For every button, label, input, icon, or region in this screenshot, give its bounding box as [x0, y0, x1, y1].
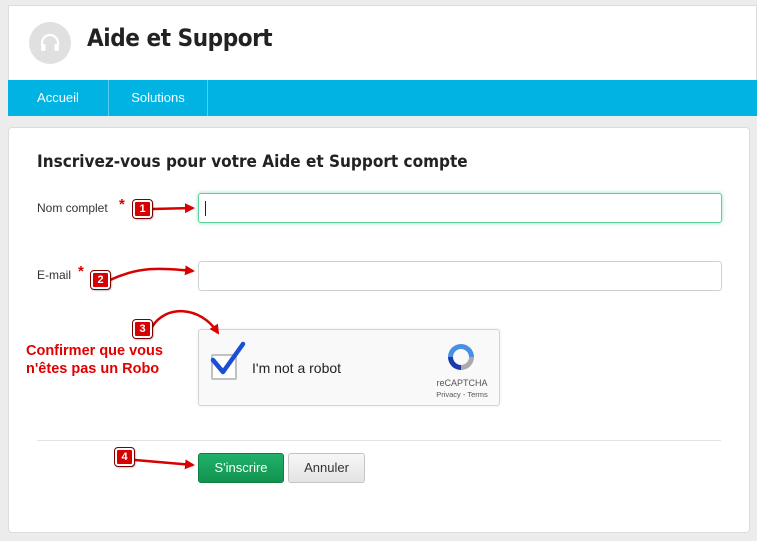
nav-item-solutions[interactable]: Solutions: [109, 80, 208, 116]
recaptcha-label: I'm not a robot: [252, 360, 342, 376]
signup-button[interactable]: S'inscrire: [198, 453, 284, 483]
recaptcha-privacy-terms-links[interactable]: Privacy - Terms: [427, 390, 497, 399]
annotation-badge-2: 2: [90, 270, 111, 290]
headset-icon[interactable]: [29, 22, 71, 64]
site-header: Aide et Support: [8, 5, 757, 81]
checkmark-icon: [210, 341, 246, 375]
main-nav: Accueil Solutions: [8, 80, 757, 116]
nav-item-accueil[interactable]: Accueil: [8, 80, 109, 116]
email-label: E-mail: [37, 268, 72, 282]
fullname-required-mark: *: [119, 196, 125, 213]
annotation-badge-3: 3: [132, 319, 153, 339]
fullname-label: Nom complet: [37, 201, 108, 215]
recaptcha-brand: reCAPTCHA: [436, 378, 488, 388]
cancel-button[interactable]: Annuler: [288, 453, 365, 483]
form-divider: [37, 440, 721, 441]
email-input[interactable]: [198, 261, 722, 291]
recaptcha-widget: I'm not a robot reCAPTCHA Privacy - Term…: [198, 329, 500, 406]
text-caret: [205, 201, 206, 216]
recaptcha-logo-icon: [448, 344, 474, 370]
site-title: Aide et Support: [87, 24, 273, 52]
captcha-instruction-note: Confirmer que vous n'êtes pas un Robo: [26, 343, 163, 377]
fullname-input[interactable]: [198, 193, 722, 223]
annotation-badge-1: 1: [132, 199, 153, 219]
form-title: Inscrivez-vous pour votre Aide et Suppor…: [37, 152, 468, 172]
email-required-mark: *: [78, 263, 84, 280]
annotation-badge-4: 4: [114, 447, 135, 467]
signup-card: Inscrivez-vous pour votre Aide et Suppor…: [8, 127, 750, 533]
